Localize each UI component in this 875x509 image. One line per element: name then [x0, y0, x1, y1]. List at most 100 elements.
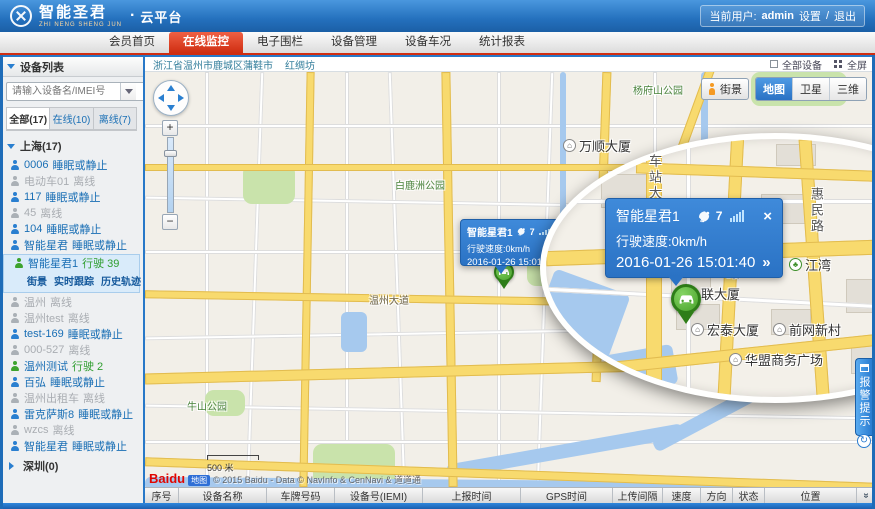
device-action-link[interactable]: 街景 [27, 273, 47, 288]
nav-tab[interactable]: 会员首页 [95, 32, 169, 53]
table-column-header[interactable]: 方向 [701, 488, 733, 503]
device-item[interactable]: 温州test 离线 [0, 310, 143, 326]
close-icon[interactable]: × [763, 209, 772, 224]
zoom-slider-track[interactable] [163, 137, 177, 213]
device-item[interactable]: 智能星君 睡眠或静止 [0, 438, 143, 454]
table-column-header[interactable]: 车牌号码 [267, 488, 335, 503]
device-action-link[interactable]: 历史轨迹 [101, 273, 141, 288]
table-column-header[interactable]: 上报时间 [423, 488, 521, 503]
more-icon[interactable]: » [762, 254, 770, 271]
device-item[interactable]: wzcs 离线 [0, 422, 143, 438]
selected-device-box: 智能星君1行驶 39街景实时跟踪历史轨迹指令>> [3, 254, 141, 293]
device-item[interactable]: 雷克萨斯8 睡眠或静止 [0, 406, 143, 422]
street-view-button[interactable]: 街景 [701, 78, 749, 100]
signal-bars-icon [730, 210, 745, 222]
device-group-header[interactable]: 上海(17) [0, 134, 143, 157]
device-item[interactable]: 104 睡眠或静止 [0, 221, 143, 237]
device-item[interactable]: 温州 离线 [0, 294, 143, 310]
device-item[interactable]: test-169 睡眠或静止 [0, 326, 143, 342]
logo-title: 智能圣君 [39, 3, 108, 21]
device-status-icon [10, 207, 19, 219]
zoom-in-button[interactable]: + [162, 120, 178, 136]
sidebar-header[interactable]: 设备列表 [0, 57, 143, 77]
refresh-icon[interactable]: ↻ [857, 434, 871, 448]
table-column-header[interactable]: 设备名称 [179, 488, 267, 503]
group-expand-icon[interactable] [7, 143, 15, 153]
dropdown-arrow-icon[interactable] [120, 83, 136, 100]
device-status: 离线 [73, 176, 96, 188]
table-column-header[interactable]: 设备号(IEMI) [335, 488, 423, 503]
nav-tab[interactable]: 设备车况 [391, 32, 465, 53]
device-status-icon [10, 376, 19, 388]
current-user-name: admin [761, 10, 794, 22]
vehicle-marker-zoomed[interactable] [671, 284, 701, 324]
device-status: 睡眠或静止 [78, 409, 134, 421]
pan-left-icon[interactable] [158, 94, 164, 102]
device-name: 雷克萨斯8 [24, 409, 75, 421]
device-group-header[interactable]: 深圳(0) [0, 454, 143, 477]
user-box: 当前用户: admin 设置 / 退出 [700, 5, 865, 27]
map-type-3d-button[interactable]: 三维 [829, 78, 866, 100]
device-item[interactable]: 0006 睡眠或静止 [0, 157, 143, 173]
bottom-border [0, 503, 875, 509]
map-type-map-button[interactable]: 地图 [756, 78, 792, 100]
device-item[interactable]: 智能星君1 行驶 39 [4, 255, 139, 271]
device-item[interactable]: 温州出租车 离线 [0, 390, 143, 406]
vehicle-time: 2016-01-26 15:01:40 [616, 254, 756, 271]
satellite-icon [698, 210, 710, 222]
device-status-icon [10, 408, 19, 420]
table-column-header[interactable]: 位置 [765, 488, 857, 503]
device-search [6, 82, 143, 101]
logo-separator: · [130, 7, 136, 24]
all-devices-checkbox[interactable] [770, 60, 778, 68]
zoom-slider-handle[interactable] [163, 150, 177, 157]
device-item[interactable]: 智能星君 睡眠或静止 [0, 237, 143, 253]
device-action-link[interactable]: 实时跟踪 [54, 273, 94, 288]
fullscreen-button[interactable]: 全屏 [847, 57, 867, 72]
logout-link[interactable]: 退出 [834, 8, 856, 24]
collapse-arrow-icon [7, 64, 15, 73]
device-name: 电动车01 [24, 176, 70, 188]
table-column-header[interactable]: 速度 [663, 488, 701, 503]
filter-tab[interactable]: 全部(17) [6, 107, 51, 130]
device-name: 104 [24, 223, 43, 235]
device-item[interactable]: 温州测试 行驶 2 [0, 358, 143, 374]
device-status: 离线 [52, 425, 75, 437]
nav-tab[interactable]: 统计报表 [465, 32, 539, 53]
device-item[interactable]: 117 睡眠或静止 [0, 189, 143, 205]
device-item[interactable]: 百弘 睡眠或静止 [0, 374, 143, 390]
device-item[interactable]: 000-527 离线 [0, 342, 143, 358]
group-label: 深圳(0) [23, 461, 59, 473]
settings-link[interactable]: 设置 [799, 8, 821, 24]
pan-up-icon[interactable] [167, 85, 175, 91]
sidebar-title: 设备列表 [20, 61, 64, 74]
device-item[interactable]: 电动车01 离线 [0, 173, 143, 189]
alarm-tab[interactable]: 报警提示 [855, 358, 872, 436]
device-status: 睡眠或静止 [72, 441, 127, 453]
filter-tabs: 全部(17) 在线(10) 离线(7) [6, 107, 137, 131]
device-status-icon [10, 223, 19, 235]
device-status-icon [10, 239, 19, 251]
table-column-header[interactable]: 状态 [733, 488, 765, 503]
nav-tab[interactable]: 设备管理 [317, 32, 391, 53]
map-type-satellite-button[interactable]: 卫星 [792, 78, 829, 100]
filter-tab[interactable]: 离线(7) [93, 107, 137, 130]
zoom-out-button[interactable]: − [162, 214, 178, 230]
device-name: 智能星君 [24, 441, 68, 453]
device-sidebar: 设备列表 全部(17)在线(10)离线(7) 上海(17)0006睡眠或静止电动… [0, 55, 145, 503]
filter-tab[interactable]: 在线(10) [50, 107, 94, 130]
pan-down-icon[interactable] [167, 105, 175, 111]
device-item[interactable]: 45 离线 [0, 205, 143, 221]
device-name: 温州test [24, 313, 64, 325]
nav-tab[interactable]: 电子围栏 [243, 32, 317, 53]
table-column-header[interactable]: 上传间隔 [613, 488, 663, 503]
nav-tab[interactable]: 在线监控 [169, 32, 243, 53]
map-panel: 浙江省温州市鹿城区蒲鞋市 红绸坊 全部设备 全屏 智能星君1 7 行驶速度:0k… [145, 55, 875, 487]
current-user-label: 当前用户: [709, 11, 757, 23]
map-canvas[interactable]: 智能星君1 7 × 行驶速度:0km/h 2016-01-26 15:01:40 [145, 72, 875, 487]
group-expand-icon[interactable] [9, 462, 18, 470]
pan-right-icon[interactable] [178, 94, 184, 102]
map-pan-control[interactable] [153, 80, 189, 116]
table-column-header[interactable]: GPS时间 [521, 488, 613, 503]
table-column-header[interactable]: 序号 [145, 488, 179, 503]
